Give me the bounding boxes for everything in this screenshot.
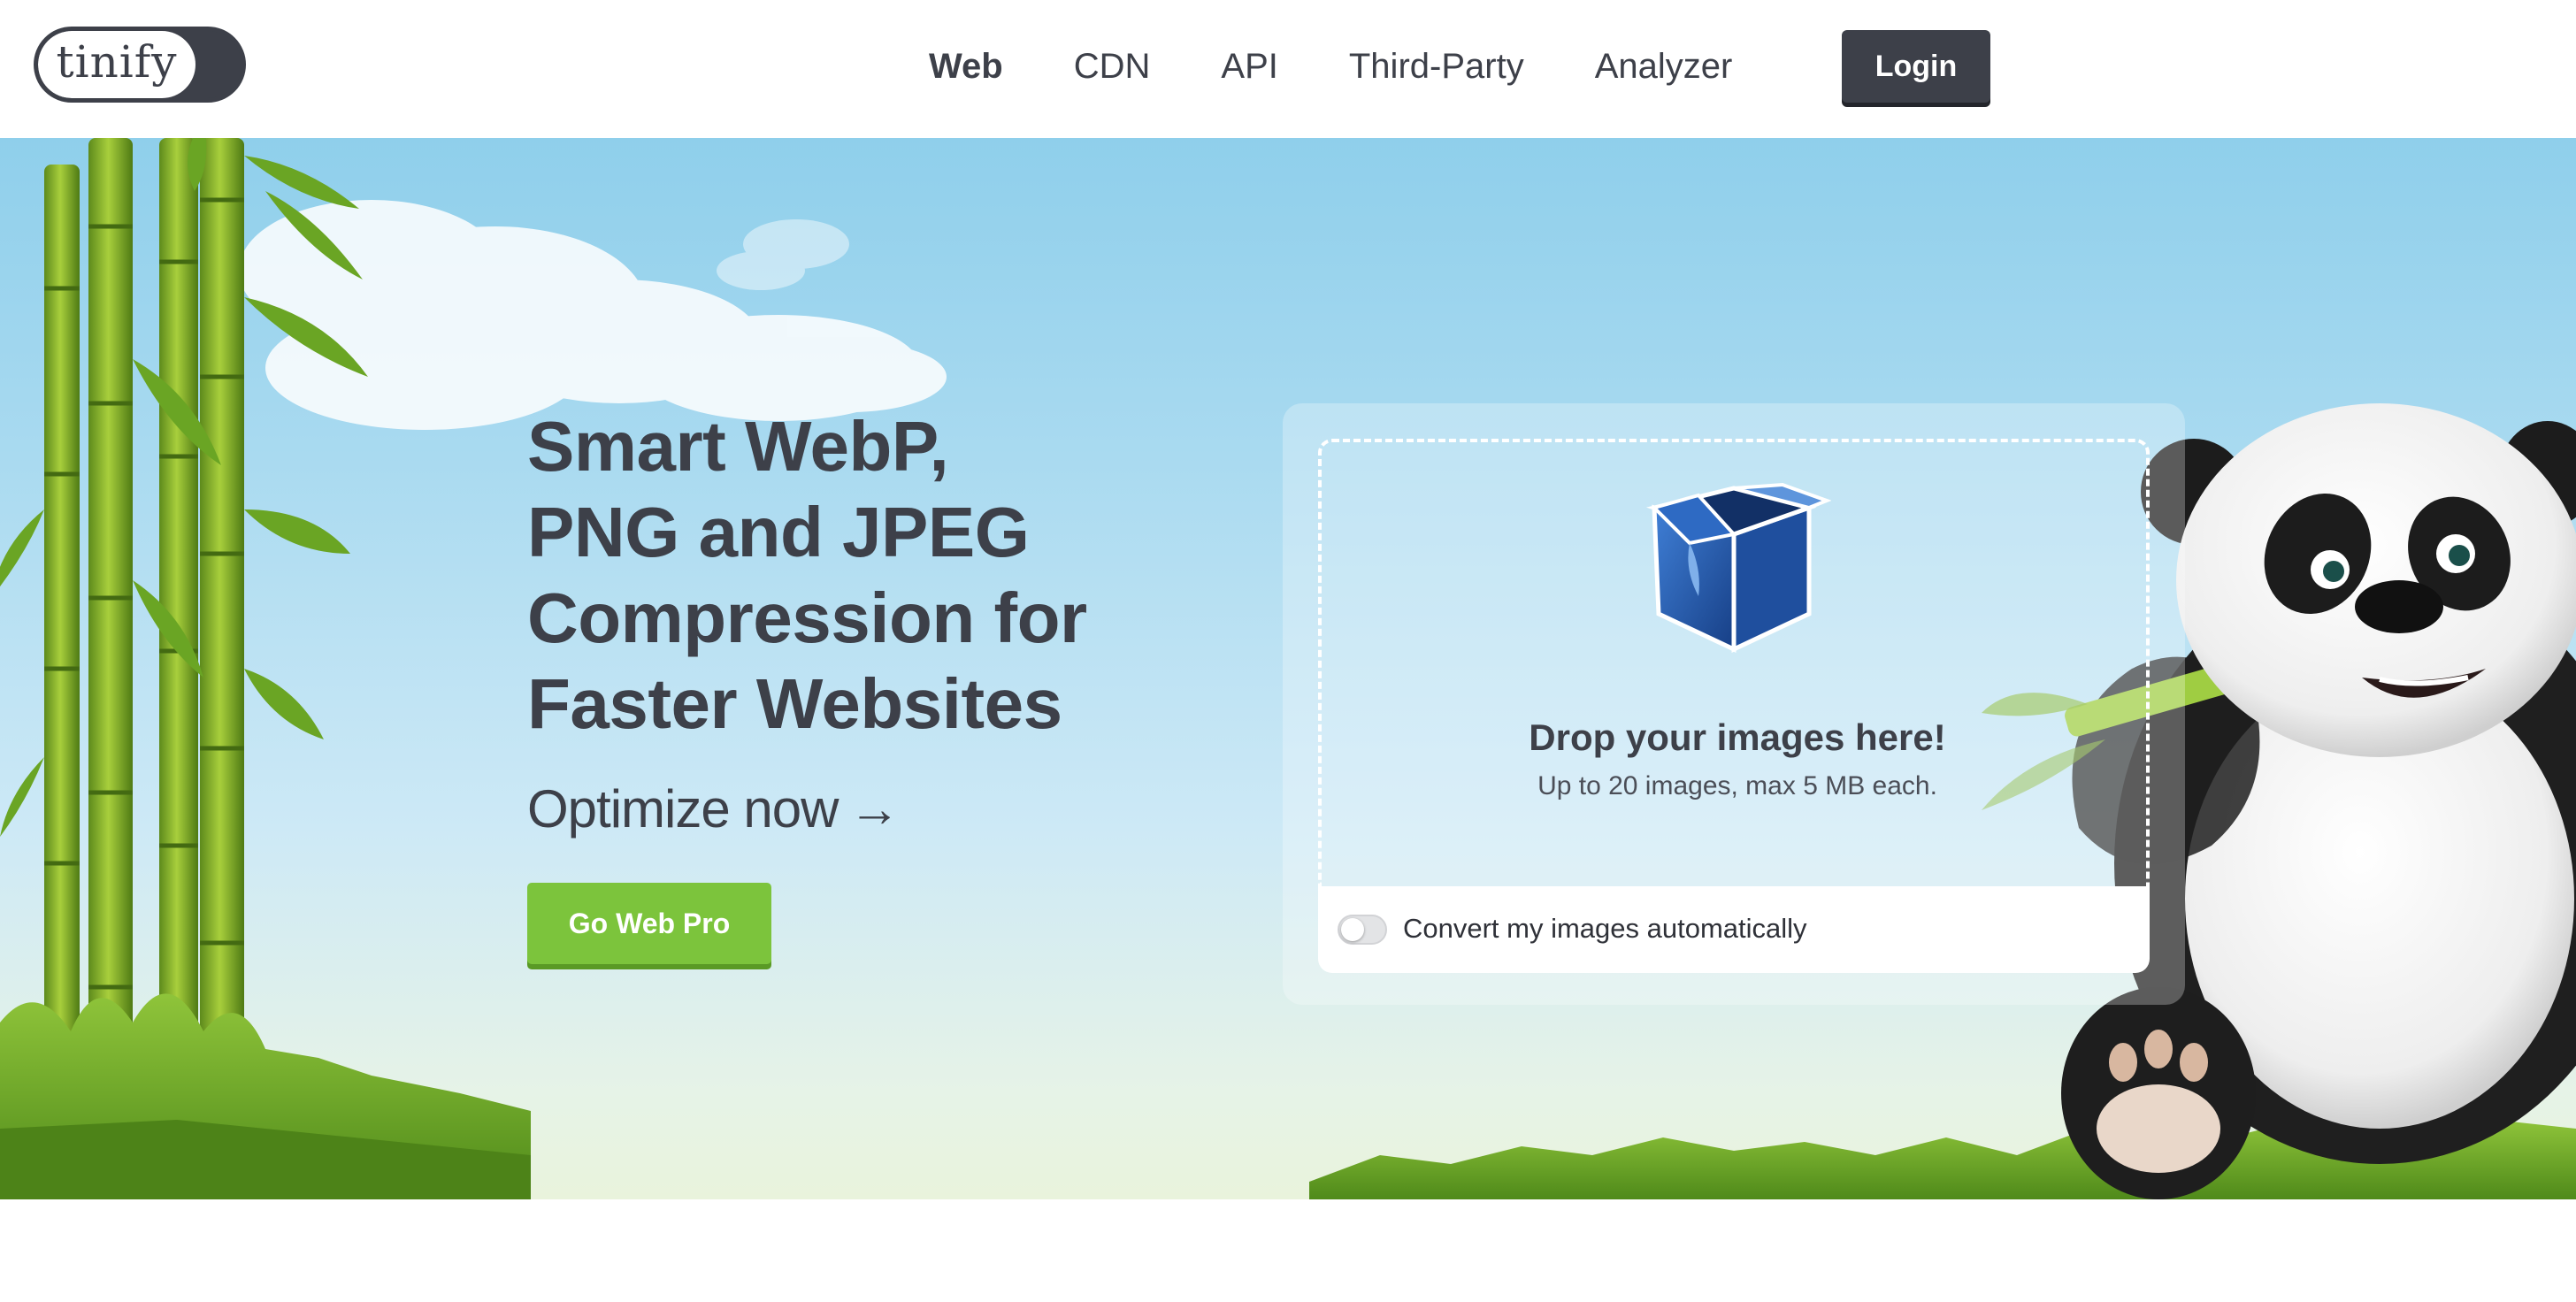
upload-panel: Drop your images here! Up to 20 images, … <box>1283 403 2185 1005</box>
nav-item-third-party[interactable]: Third-Party <box>1349 47 1524 87</box>
arrow-right-icon: → <box>848 780 900 838</box>
login-button[interactable]: Login <box>1842 30 1990 103</box>
image-drop-zone[interactable]: Drop your images here! Up to 20 images, … <box>1318 439 2150 886</box>
convert-label: Convert my images automatically <box>1403 913 1807 944</box>
nav-item-web[interactable]: Web <box>929 47 1003 87</box>
nav-item-api[interactable]: API <box>1221 47 1277 87</box>
convert-option-bar: Convert my images automatically <box>1318 886 2150 973</box>
toggle-knob <box>1341 918 1364 941</box>
top-navbar: tinify Web CDN API Third-Party Analyzer … <box>0 0 2576 138</box>
convert-toggle[interactable] <box>1338 915 1387 945</box>
drop-subtitle: Up to 20 images, max 5 MB each. <box>1537 771 1937 800</box>
logo-text: tinify <box>38 31 196 98</box>
tinify-logo[interactable]: tinify <box>34 27 246 103</box>
optimize-now-label: Optimize now <box>527 779 839 839</box>
page-below-hero <box>0 1199 2576 1302</box>
drop-title: Drop your images here! <box>1529 716 1946 758</box>
open-box-icon <box>1645 482 1831 653</box>
main-menu: Web CDN API Third-Party Analyzer <box>929 0 1803 133</box>
headline-line: Compression for <box>527 578 1087 657</box>
go-web-pro-button[interactable]: Go Web Pro <box>527 883 771 964</box>
optimize-now-link[interactable]: Optimize now → <box>527 778 900 839</box>
hero-headline: Smart WebP, PNG and JPEG Compression for… <box>527 403 1146 747</box>
headline-line: PNG and JPEG <box>527 493 1030 571</box>
headline-line: Faster Websites <box>527 664 1062 743</box>
nav-item-analyzer[interactable]: Analyzer <box>1595 47 1733 87</box>
headline-line: Smart WebP, <box>527 407 949 486</box>
nav-item-cdn[interactable]: CDN <box>1074 47 1151 87</box>
hero-section: Smart WebP, PNG and JPEG Compression for… <box>0 138 2576 1199</box>
